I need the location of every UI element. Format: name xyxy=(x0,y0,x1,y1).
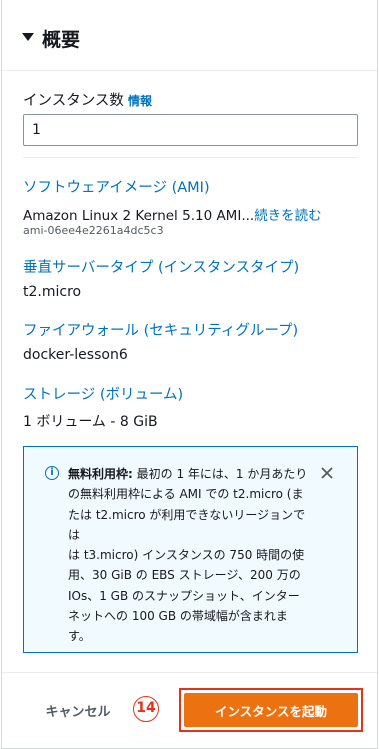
ami-read-more-link[interactable]: 続きを読む xyxy=(254,208,322,224)
free-tier-notice: i 無料利用枠: 最初の 1 年には、1 か月あたり の無料利用枠による AMI… xyxy=(23,446,358,653)
notice-line: 用、30 GiB の EBS ストレージ、200 万の xyxy=(68,568,301,583)
ami-id: ami-06ee4e2261a4dc5c3 xyxy=(23,224,164,237)
free-tier-notice-text: 無料利用枠: 最初の 1 年には、1 か月あたり の無料利用枠による AMI で… xyxy=(68,464,308,647)
summary-header[interactable]: 概要 xyxy=(2,0,377,71)
instance-count-info-link[interactable]: 情報 xyxy=(128,92,152,109)
step-number-badge: 14 xyxy=(133,696,159,722)
instance-count-label: インスタンス数 xyxy=(23,93,124,109)
ami-link[interactable]: ソフトウェアイメージ (AMI) xyxy=(23,176,210,197)
firewall-value: docker-lesson6 xyxy=(23,347,128,363)
notice-line: ネットへの 100 GB の帯域幅が含まれま xyxy=(68,609,288,624)
summary-panel: 概要 インスタンス数 情報 ソフトウェアイメージ (AMI) Amazon Li… xyxy=(1,0,378,749)
footer-divider xyxy=(2,672,377,673)
storage-link[interactable]: ストレージ (ボリューム) xyxy=(23,383,183,404)
notice-line: 最初の 1 年には、1 か月あたり xyxy=(132,467,308,481)
info-icon: i xyxy=(45,466,59,480)
section-divider xyxy=(23,157,358,158)
notice-line: IOs、1 GB のスナップショット、インター xyxy=(68,588,300,603)
notice-line: は t3.micro) インスタンスの 750 時間の使 xyxy=(68,548,305,563)
instance-type-link[interactable]: 垂直サーバータイプ (インスタンスタイプ) xyxy=(23,256,299,277)
close-icon[interactable] xyxy=(319,465,335,481)
instance-type-value: t2.micro xyxy=(23,284,82,300)
firewall-link[interactable]: ファイアウォール (セキュリティグループ) xyxy=(23,319,298,340)
ami-value: Amazon Linux 2 Kernel 5.10 AMI...続きを読む xyxy=(23,204,322,224)
launch-instance-button[interactable]: インスタンスを起動 xyxy=(184,693,358,727)
caret-down-icon[interactable] xyxy=(22,33,34,41)
summary-title: 概要 xyxy=(42,29,81,51)
instance-count-input[interactable] xyxy=(23,114,358,146)
notice-line: の無料利用枠による AMI での t2.micro (ま xyxy=(68,487,304,502)
notice-line: たは t2.micro が利用できないリージョンでは xyxy=(68,507,306,542)
cancel-button[interactable]: キャンセル xyxy=(30,695,126,725)
storage-value: 1 ボリューム - 8 GiB xyxy=(23,414,158,430)
notice-line: す。 xyxy=(68,629,91,644)
free-tier-heading: 無料利用枠: xyxy=(68,467,133,481)
ami-name: Amazon Linux 2 Kernel 5.10 AMI... xyxy=(23,208,255,224)
